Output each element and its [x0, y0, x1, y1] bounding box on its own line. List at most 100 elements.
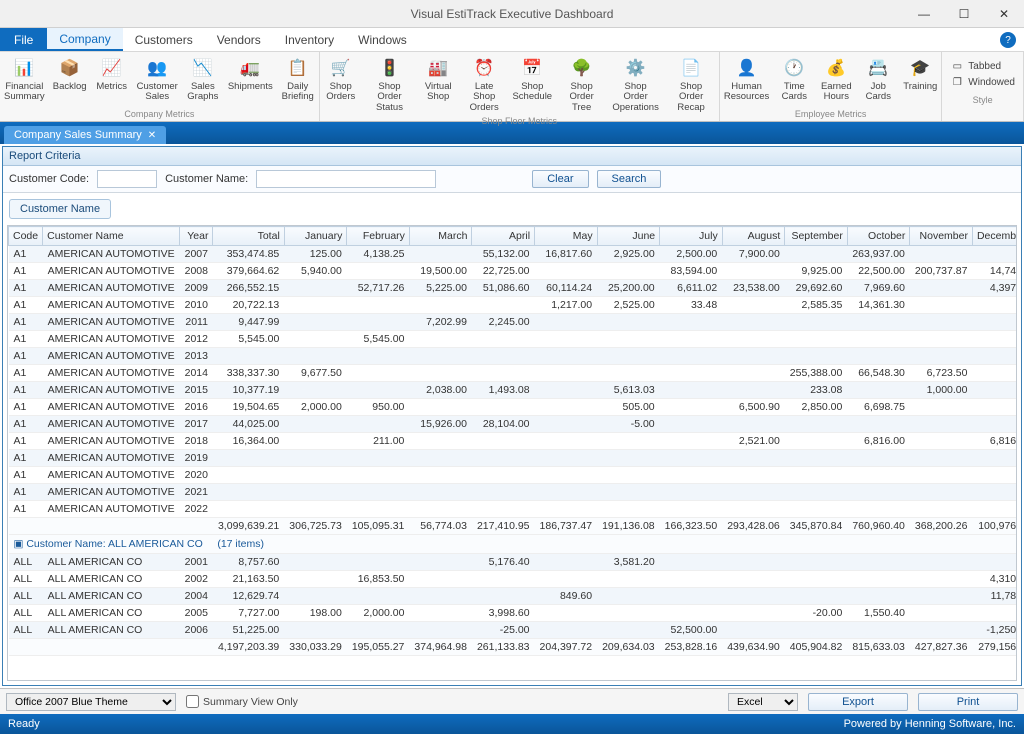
shop-schedule-button[interactable]: 📅ShopSchedule — [509, 54, 555, 105]
financial-summary-button[interactable]: 📊FinancialSummary — [0, 54, 49, 105]
group-header-row[interactable]: ▣ Customer Name: ALL AMERICAN CO (17 ite… — [9, 535, 1018, 554]
late-shop-orders-button[interactable]: ⏰Late ShopOrders — [459, 54, 509, 115]
status-right: Powered by Henning Software, Inc. — [844, 718, 1016, 730]
maximize-button[interactable]: ☐ — [944, 0, 984, 28]
table-row[interactable]: A1AMERICAN AUTOMOTIVE201020,722.131,217.… — [9, 297, 1018, 314]
column-header[interactable]: April — [472, 227, 535, 246]
column-header[interactable]: Year — [180, 227, 213, 246]
customer-code-input[interactable] — [97, 170, 157, 188]
backlog-button[interactable]: 📦Backlog — [49, 54, 91, 94]
menu-item-customers[interactable]: Customers — [123, 28, 205, 51]
training-button[interactable]: 🎓Training — [899, 54, 941, 94]
file-tab[interactable]: File — [0, 28, 47, 51]
table-row[interactable]: ALLALL AMERICAN CO20018,757.605,176.403,… — [9, 554, 1018, 571]
theme-select[interactable]: Office 2007 Blue Theme — [6, 693, 176, 711]
column-header[interactable]: May — [535, 227, 598, 246]
criteria-header: Report Criteria — [3, 147, 1021, 166]
summary-view-check-input[interactable] — [186, 695, 199, 708]
training-button-icon: 🎓 — [908, 56, 932, 80]
column-header[interactable]: June — [597, 227, 660, 246]
export-button[interactable]: Export — [808, 693, 908, 711]
time-cards-button[interactable]: 🕐TimeCards — [773, 54, 815, 105]
table-row[interactable]: A1AMERICAN AUTOMOTIVE20119,447.997,202.9… — [9, 314, 1018, 331]
menu-item-company[interactable]: Company — [47, 28, 122, 51]
search-button[interactable]: Search — [597, 170, 662, 188]
table-row[interactable]: A1AMERICAN AUTOMOTIVE2013 — [9, 348, 1018, 365]
table-row[interactable]: A1AMERICAN AUTOMOTIVE201510,377.192,038.… — [9, 382, 1018, 399]
table-row[interactable]: A1AMERICAN AUTOMOTIVE2014338,337.309,677… — [9, 365, 1018, 382]
column-header[interactable]: February — [347, 227, 410, 246]
sales-graphs-button[interactable]: 📉SalesGraphs — [182, 54, 224, 105]
table-row[interactable]: A1AMERICAN AUTOMOTIVE201619,504.652,000.… — [9, 399, 1018, 416]
column-header[interactable]: August — [722, 227, 785, 246]
criteria-row: Customer Code: Customer Name: Clear Sear… — [3, 166, 1021, 193]
shop-order-operations-button[interactable]: ⚙️Shop OrderOperations — [608, 54, 664, 115]
human-resources-button-icon: 👤 — [735, 56, 759, 80]
subtotal-row: 4,197,203.39330,033.29195,055.27374,964.… — [9, 639, 1018, 656]
virtual-shop-button[interactable]: 🏭VirtualShop — [417, 54, 459, 105]
table-row[interactable]: ALLALL AMERICAN CO200651,225.00-25.0052,… — [9, 622, 1018, 639]
menu-item-vendors[interactable]: Vendors — [205, 28, 273, 51]
customer-name-input[interactable] — [256, 170, 436, 188]
table-row[interactable]: A1AMERICAN AUTOMOTIVE2009266,552.1552,71… — [9, 280, 1018, 297]
time-cards-button-icon: 🕐 — [782, 56, 806, 80]
shipments-button-icon: 🚛 — [238, 56, 262, 80]
table-row[interactable]: A1AMERICAN AUTOMOTIVE2021 — [9, 484, 1018, 501]
shop-orders-button[interactable]: 🛒ShopOrders — [320, 54, 362, 105]
close-button[interactable]: ✕ — [984, 0, 1024, 28]
shop-order-recap-button[interactable]: 📄Shop OrderRecap — [663, 54, 719, 115]
customer-sales-button[interactable]: 👥CustomerSales — [133, 54, 182, 105]
document-tab-close-icon[interactable]: ✕ — [148, 130, 156, 141]
table-row[interactable]: A1AMERICAN AUTOMOTIVE2008379,664.625,940… — [9, 263, 1018, 280]
windowed-style-button[interactable]: ❐Windowed — [950, 74, 1015, 90]
column-header[interactable]: October — [847, 227, 910, 246]
group-by-pill[interactable]: Customer Name — [9, 199, 111, 219]
metrics-button[interactable]: 📈Metrics — [91, 54, 133, 94]
earned-hours-button[interactable]: 💰EarnedHours — [815, 54, 857, 105]
table-row[interactable]: ALLALL AMERICAN CO20057,727.00198.002,00… — [9, 605, 1018, 622]
daily-briefing-button[interactable]: 📋DailyBriefing — [277, 54, 319, 105]
tabbed-style-button[interactable]: ▭Tabbed — [950, 58, 1015, 74]
clear-button[interactable]: Clear — [532, 170, 588, 188]
column-header[interactable]: July — [660, 227, 723, 246]
metrics-button-icon: 📈 — [100, 56, 124, 80]
table-row[interactable]: A1AMERICAN AUTOMOTIVE201744,025.0015,926… — [9, 416, 1018, 433]
menu-item-windows[interactable]: Windows — [346, 28, 419, 51]
column-header[interactable]: Customer Name — [43, 227, 180, 246]
shop-order-tree-button[interactable]: 🌳ShopOrder Tree — [555, 54, 607, 115]
format-select[interactable]: Excel — [728, 693, 798, 711]
table-row[interactable]: A1AMERICAN AUTOMOTIVE2019 — [9, 450, 1018, 467]
column-header[interactable]: September — [785, 227, 848, 246]
grid-container[interactable]: CodeCustomer NameYearTotalJanuaryFebruar… — [7, 225, 1017, 681]
table-row[interactable]: A1AMERICAN AUTOMOTIVE2020 — [9, 467, 1018, 484]
shop-order-tree-button-icon: 🌳 — [570, 56, 594, 80]
minimize-button[interactable]: — — [904, 0, 944, 28]
shipments-button[interactable]: 🚛Shipments — [224, 54, 277, 94]
table-row[interactable]: A1AMERICAN AUTOMOTIVE20125,545.005,545.0… — [9, 331, 1018, 348]
shop-order-recap-button-icon: 📄 — [679, 56, 703, 80]
print-button[interactable]: Print — [918, 693, 1018, 711]
table-row[interactable]: A1AMERICAN AUTOMOTIVE2022 — [9, 501, 1018, 518]
table-row[interactable]: A1AMERICAN AUTOMOTIVE201816,364.00211.00… — [9, 433, 1018, 450]
document-tab-label: Company Sales Summary — [14, 129, 142, 141]
column-header[interactable]: November — [910, 227, 973, 246]
document-tab[interactable]: Company Sales Summary ✕ — [4, 126, 166, 144]
shop-order-status-button[interactable]: 🚦Shop OrderStatus — [362, 54, 418, 115]
human-resources-button[interactable]: 👤HumanResources — [720, 54, 773, 105]
ribbon-group-label: Shop Floor Metrics — [320, 115, 719, 128]
column-header[interactable]: December — [972, 227, 1017, 246]
table-row[interactable]: A1AMERICAN AUTOMOTIVE2007353,474.85125.0… — [9, 246, 1018, 263]
summary-view-checkbox[interactable]: Summary View Only — [186, 695, 298, 708]
table-row[interactable]: ALLALL AMERICAN CO200412,629.74849.6011,… — [9, 588, 1018, 605]
table-row[interactable]: ALLALL AMERICAN CO200221,163.5016,853.50… — [9, 571, 1018, 588]
customer-code-label: Customer Code: — [9, 173, 89, 185]
menu-item-inventory[interactable]: Inventory — [273, 28, 346, 51]
grid-area: Customer Name CodeCustomer NameYearTotal… — [3, 193, 1021, 685]
help-icon[interactable]: ? — [1000, 32, 1016, 48]
column-header[interactable]: January — [284, 227, 347, 246]
column-header[interactable]: Total — [213, 227, 284, 246]
column-header[interactable]: March — [409, 227, 472, 246]
column-header[interactable]: Code — [9, 227, 43, 246]
job-cards-button-icon: 📇 — [866, 56, 890, 80]
job-cards-button[interactable]: 📇JobCards — [857, 54, 899, 105]
